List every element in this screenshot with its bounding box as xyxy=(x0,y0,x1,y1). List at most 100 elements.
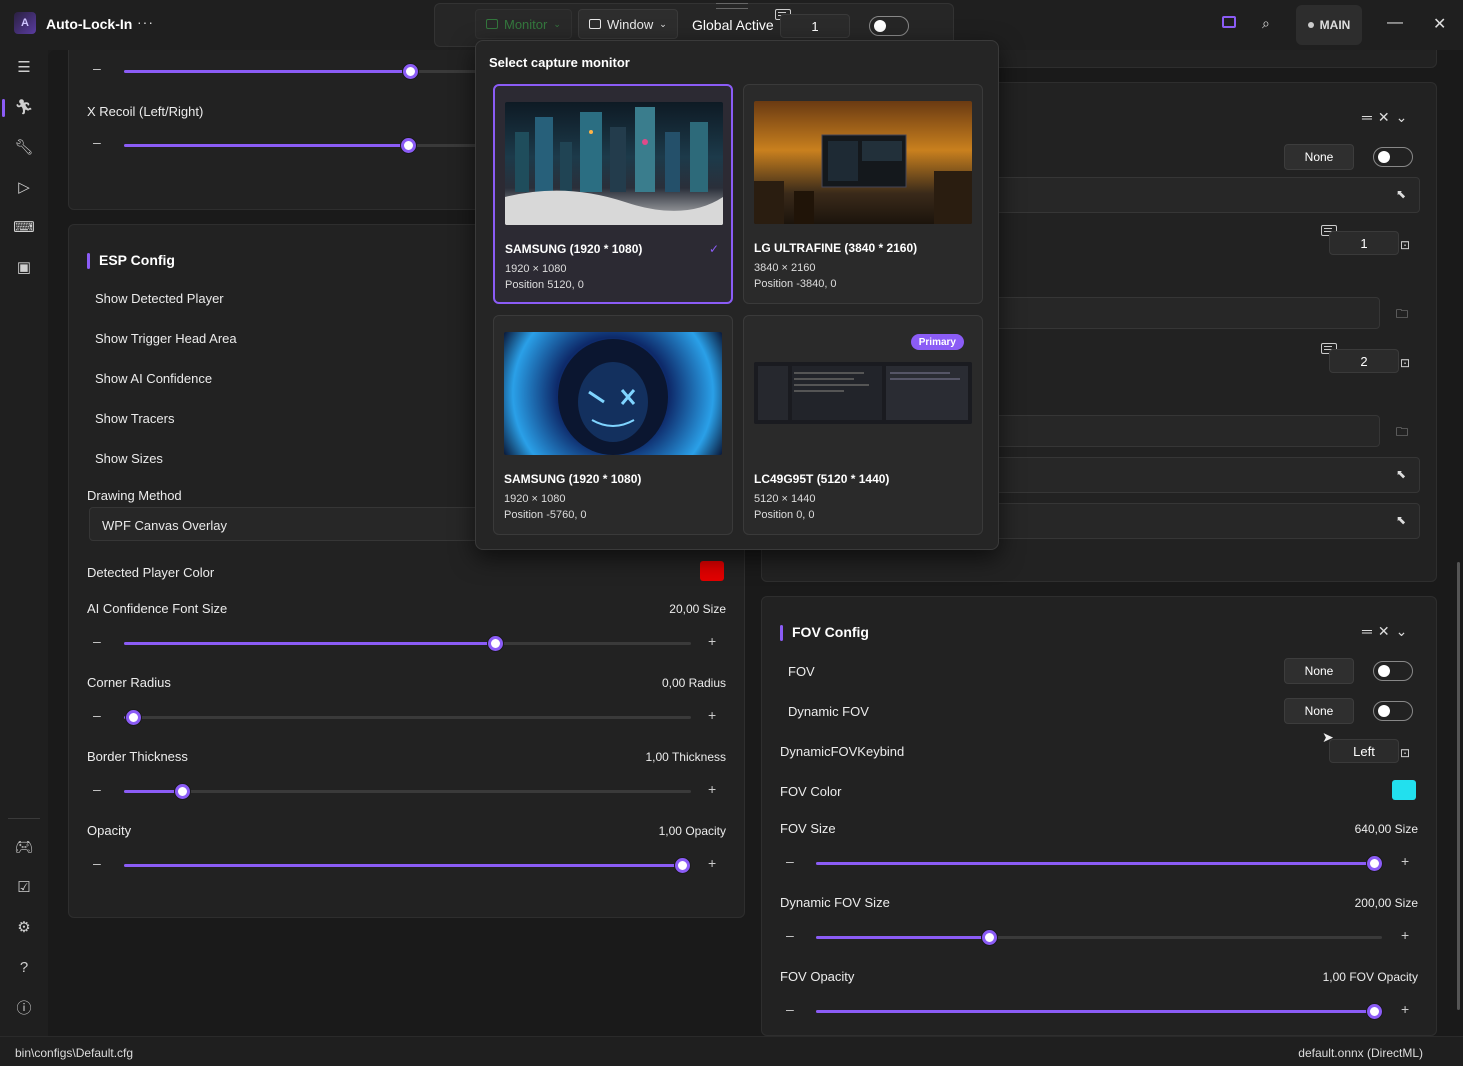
fov-keybind-button[interactable]: None xyxy=(1284,658,1354,684)
slider-thumb[interactable] xyxy=(675,858,691,873)
fov-toggle[interactable] xyxy=(1373,661,1413,681)
scrollbar[interactable] xyxy=(1457,562,1460,1010)
decrease-icon[interactable]: – xyxy=(93,707,101,723)
corner-radius-slider[interactable] xyxy=(124,710,691,725)
dynamic-fov-size-slider[interactable] xyxy=(816,930,1382,945)
opacity-slider[interactable] xyxy=(124,858,691,873)
increase-icon[interactable]: + xyxy=(1401,853,1409,869)
cursor-icon[interactable]: ⬉ xyxy=(1396,187,1406,201)
minimize-icon[interactable]: — xyxy=(1387,14,1403,32)
close-icon[interactable]: ✕ xyxy=(1433,14,1446,34)
info-icon[interactable]: ⓘ xyxy=(14,997,34,1017)
panel-controls-icon[interactable]: ═✕⌄ xyxy=(1362,623,1413,640)
slider-thumb[interactable] xyxy=(402,64,418,79)
monitor-preview xyxy=(505,102,723,225)
monitor-select-popup: Select capture monitor SAMSUNG (1920 * 1… xyxy=(475,40,999,550)
font-size-slider[interactable] xyxy=(124,636,691,651)
decrease-icon[interactable]: – xyxy=(786,853,794,869)
keyboard-icon[interactable]: ⌨ xyxy=(13,217,35,237)
increase-icon[interactable]: + xyxy=(1401,1001,1409,1017)
panel-controls-icon[interactable]: ═✕⌄ xyxy=(1362,109,1413,126)
gear-icon[interactable]: ⚙ xyxy=(14,917,34,937)
slider-thumb[interactable] xyxy=(174,784,190,799)
monitor-button[interactable]: Monitor ⌄ xyxy=(475,9,572,39)
monitor-card[interactable]: LG ULTRAFINE (3840 * 2160) 3840 × 2160 P… xyxy=(743,84,983,304)
overlay-icon[interactable] xyxy=(1222,16,1236,28)
path-field[interactable] xyxy=(992,297,1380,329)
fov-color-label: FOV Color xyxy=(780,784,842,799)
decrease-icon[interactable]: – xyxy=(93,134,101,150)
dynamic-fov-keybind-field[interactable]: Left xyxy=(1329,739,1399,763)
cursor-icon[interactable]: ⬉ xyxy=(1396,467,1406,481)
global-active-keybind[interactable]: 1 xyxy=(780,14,850,38)
window-button[interactable]: Window ⌄ xyxy=(578,9,678,39)
decrease-icon[interactable]: – xyxy=(93,633,101,649)
text-field[interactable] xyxy=(992,503,1420,539)
increase-icon[interactable]: + xyxy=(708,781,716,797)
border-thickness-slider[interactable] xyxy=(124,784,691,799)
slider-label: FOV Size xyxy=(780,821,836,836)
drag-handle-icon[interactable] xyxy=(716,3,748,9)
fov-size-slider[interactable] xyxy=(816,856,1383,871)
fov-color-swatch[interactable] xyxy=(1392,780,1416,800)
monitor-name: SAMSUNG (1920 * 1080) xyxy=(504,472,642,486)
increase-icon[interactable]: + xyxy=(1401,927,1409,943)
monitor-resolution: 1920 × 1080 xyxy=(505,263,567,275)
monitor-name: SAMSUNG (1920 * 1080) xyxy=(505,242,643,256)
dynamic-fov-keybind-button[interactable]: None xyxy=(1284,698,1354,724)
monitor-card[interactable]: Primary LC49G95T (5120 * 1440) 5120 × 14… xyxy=(743,315,983,535)
path-field[interactable] xyxy=(992,415,1380,447)
cursor-icon[interactable]: ⬉ xyxy=(1396,513,1406,527)
increase-icon[interactable]: + xyxy=(708,633,716,649)
slider-thumb[interactable] xyxy=(400,138,416,153)
folder-icon[interactable]: 🗀 xyxy=(1396,423,1408,444)
text-field[interactable] xyxy=(992,457,1420,493)
fov-opacity-slider[interactable] xyxy=(816,1004,1383,1019)
help-icon[interactable]: ? xyxy=(14,957,34,977)
decrease-icon[interactable]: – xyxy=(93,781,101,797)
remove-icon[interactable]: ⊡ xyxy=(1400,356,1410,370)
keybind-field[interactable]: 2 xyxy=(1329,349,1399,373)
remove-icon[interactable]: ⊡ xyxy=(1400,746,1410,760)
menu-icon[interactable]: ☰ xyxy=(14,57,34,77)
model-name: default.onnx (DirectML) xyxy=(1298,1046,1423,1060)
slider-thumb[interactable] xyxy=(1367,1004,1383,1019)
desktop-screenshot-image xyxy=(754,362,972,424)
decrease-icon[interactable]: – xyxy=(93,60,101,76)
monitor-preview xyxy=(754,362,972,424)
toggle-label: Show Tracers xyxy=(95,411,175,426)
popup-title: Select capture monitor xyxy=(489,55,630,70)
keybind-button[interactable]: None xyxy=(1284,144,1354,170)
detected-color-swatch[interactable] xyxy=(700,561,724,581)
slider-value: 1,00 Opacity xyxy=(658,824,726,838)
dynamic-fov-toggle[interactable] xyxy=(1373,701,1413,721)
search-icon[interactable]: ⌕ xyxy=(1262,15,1270,32)
slider-thumb[interactable] xyxy=(488,636,504,651)
decrease-icon[interactable]: – xyxy=(786,1001,794,1017)
monitor-position: Position 0, 0 xyxy=(754,509,815,521)
keybind-field[interactable]: 1 xyxy=(1329,231,1399,255)
global-active-toggle[interactable] xyxy=(869,16,909,36)
more-menu-icon[interactable]: ··· xyxy=(137,14,154,30)
monitor-card[interactable]: SAMSUNG (1920 * 1080) 1920 × 1080 Positi… xyxy=(493,84,733,304)
app-title: Auto-Lock-In xyxy=(46,16,133,32)
model-icon[interactable]: ▣ xyxy=(14,257,34,277)
decrease-icon[interactable]: – xyxy=(786,927,794,943)
gamepad-icon[interactable]: 🎮︎ xyxy=(14,837,34,857)
increase-icon[interactable]: + xyxy=(708,707,716,723)
feature-toggle[interactable] xyxy=(1373,147,1413,167)
remove-icon[interactable]: ⊡ xyxy=(1400,238,1410,252)
slider-thumb[interactable] xyxy=(1367,856,1383,871)
slider-thumb[interactable] xyxy=(125,710,141,725)
checklist-icon[interactable]: ☑ xyxy=(14,877,34,897)
profile-main-button[interactable]: MAIN xyxy=(1296,5,1362,45)
play-icon[interactable]: ▷ xyxy=(14,177,34,197)
increase-icon[interactable]: + xyxy=(708,855,716,871)
monitor-card[interactable]: SAMSUNG (1920 * 1080) 1920 × 1080 Positi… xyxy=(493,315,733,535)
slider-thumb[interactable] xyxy=(982,930,998,945)
decrease-icon[interactable]: – xyxy=(93,855,101,871)
wrench-icon[interactable]: 🔧︎ xyxy=(14,137,34,157)
aim-icon[interactable]: 🏃︎ xyxy=(14,97,34,117)
folder-icon[interactable]: 🗀 xyxy=(1396,305,1408,326)
text-field[interactable] xyxy=(992,177,1420,213)
